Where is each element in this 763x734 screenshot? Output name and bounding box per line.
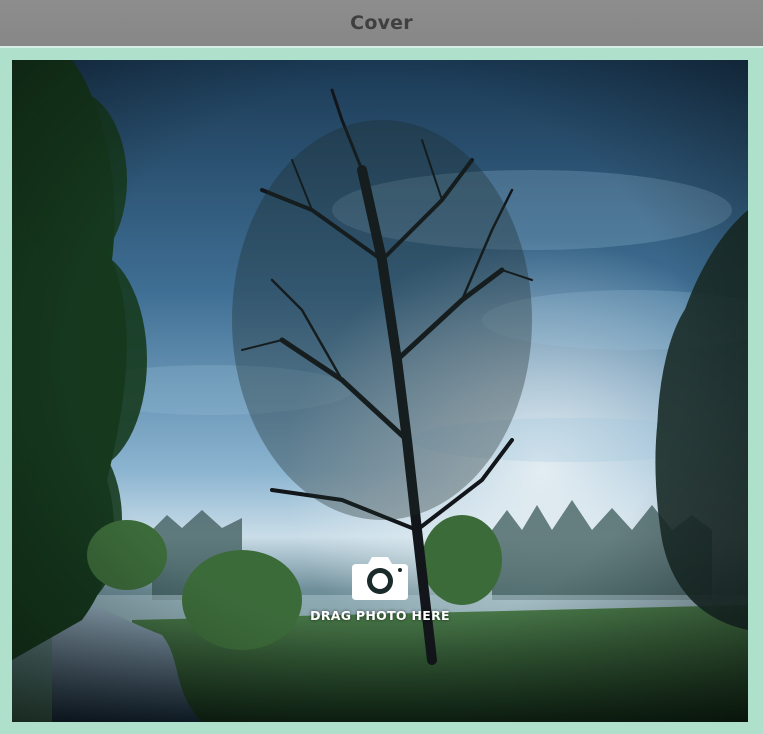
window-titlebar: Cover <box>0 0 763 46</box>
drag-photo-hint: DRAG PHOTO HERE <box>310 608 450 623</box>
cover-photo-drop-zone[interactable]: DRAG PHOTO HERE <box>12 60 748 722</box>
drop-hint: DRAG PHOTO HERE <box>12 552 748 623</box>
camera-icon <box>352 557 408 600</box>
window-title: Cover <box>350 12 413 34</box>
